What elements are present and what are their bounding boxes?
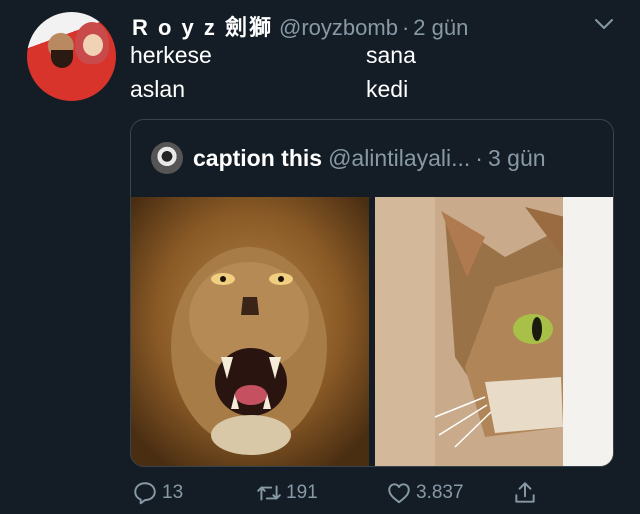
lion-illustration: [131, 197, 369, 466]
share-icon: [515, 482, 535, 503]
author-avatar[interactable]: [27, 12, 116, 101]
lion-image[interactable]: [131, 197, 369, 466]
author-display-name[interactable]: R o y z 劍獅: [132, 10, 273, 42]
cat-image[interactable]: [375, 197, 613, 466]
chevron-down-icon[interactable]: [592, 12, 616, 36]
quoted-author-avatar[interactable]: [151, 142, 183, 174]
reply-icon: [134, 482, 156, 505]
avatar-child-face: [83, 34, 103, 56]
quoted-tweet[interactable]: caption this @alintilayali... · 3 gün: [130, 119, 614, 467]
retweet-icon: [257, 485, 281, 501]
tweet-text-herkese: herkese: [130, 42, 212, 68]
author-handle[interactable]: @royzbomb: [279, 15, 398, 41]
retweet-count: 191: [286, 482, 318, 503]
tweet-text-kedi: kedi: [366, 76, 409, 102]
tweet[interactable]: R o y z 劍獅 @royzbomb · 2 gün herkese san…: [0, 0, 640, 514]
heart-icon: [388, 483, 410, 504]
quoted-author-handle[interactable]: @alintilayali...: [328, 145, 470, 172]
avatar-beard: [51, 50, 73, 68]
tweet-header: R o y z 劍獅 @royzbomb · 2 gün: [132, 10, 468, 42]
reply-button[interactable]: 13: [132, 480, 183, 506]
tweet-actions: 13 191 3.837: [130, 480, 614, 510]
share-button[interactable]: [512, 480, 542, 506]
quoted-tweet-timestamp[interactable]: 3 gün: [488, 145, 546, 172]
quoted-tweet-header: caption this @alintilayali... · 3 gün: [151, 142, 546, 174]
like-count: 3.837: [416, 482, 464, 503]
quoted-author-display-name[interactable]: caption this: [193, 145, 322, 172]
tweet-text-aslan: aslan: [130, 76, 185, 102]
tweet-text-sana: sana: [366, 42, 416, 68]
like-button[interactable]: 3.837: [386, 480, 464, 506]
cat-illustration: [375, 197, 613, 466]
header-separator: ·: [401, 15, 410, 40]
retweet-button[interactable]: 191: [256, 480, 318, 506]
quoted-header-separator: ·: [475, 144, 483, 171]
tweet-timestamp[interactable]: 2 gün: [413, 15, 468, 41]
reply-count: 13: [162, 482, 184, 503]
